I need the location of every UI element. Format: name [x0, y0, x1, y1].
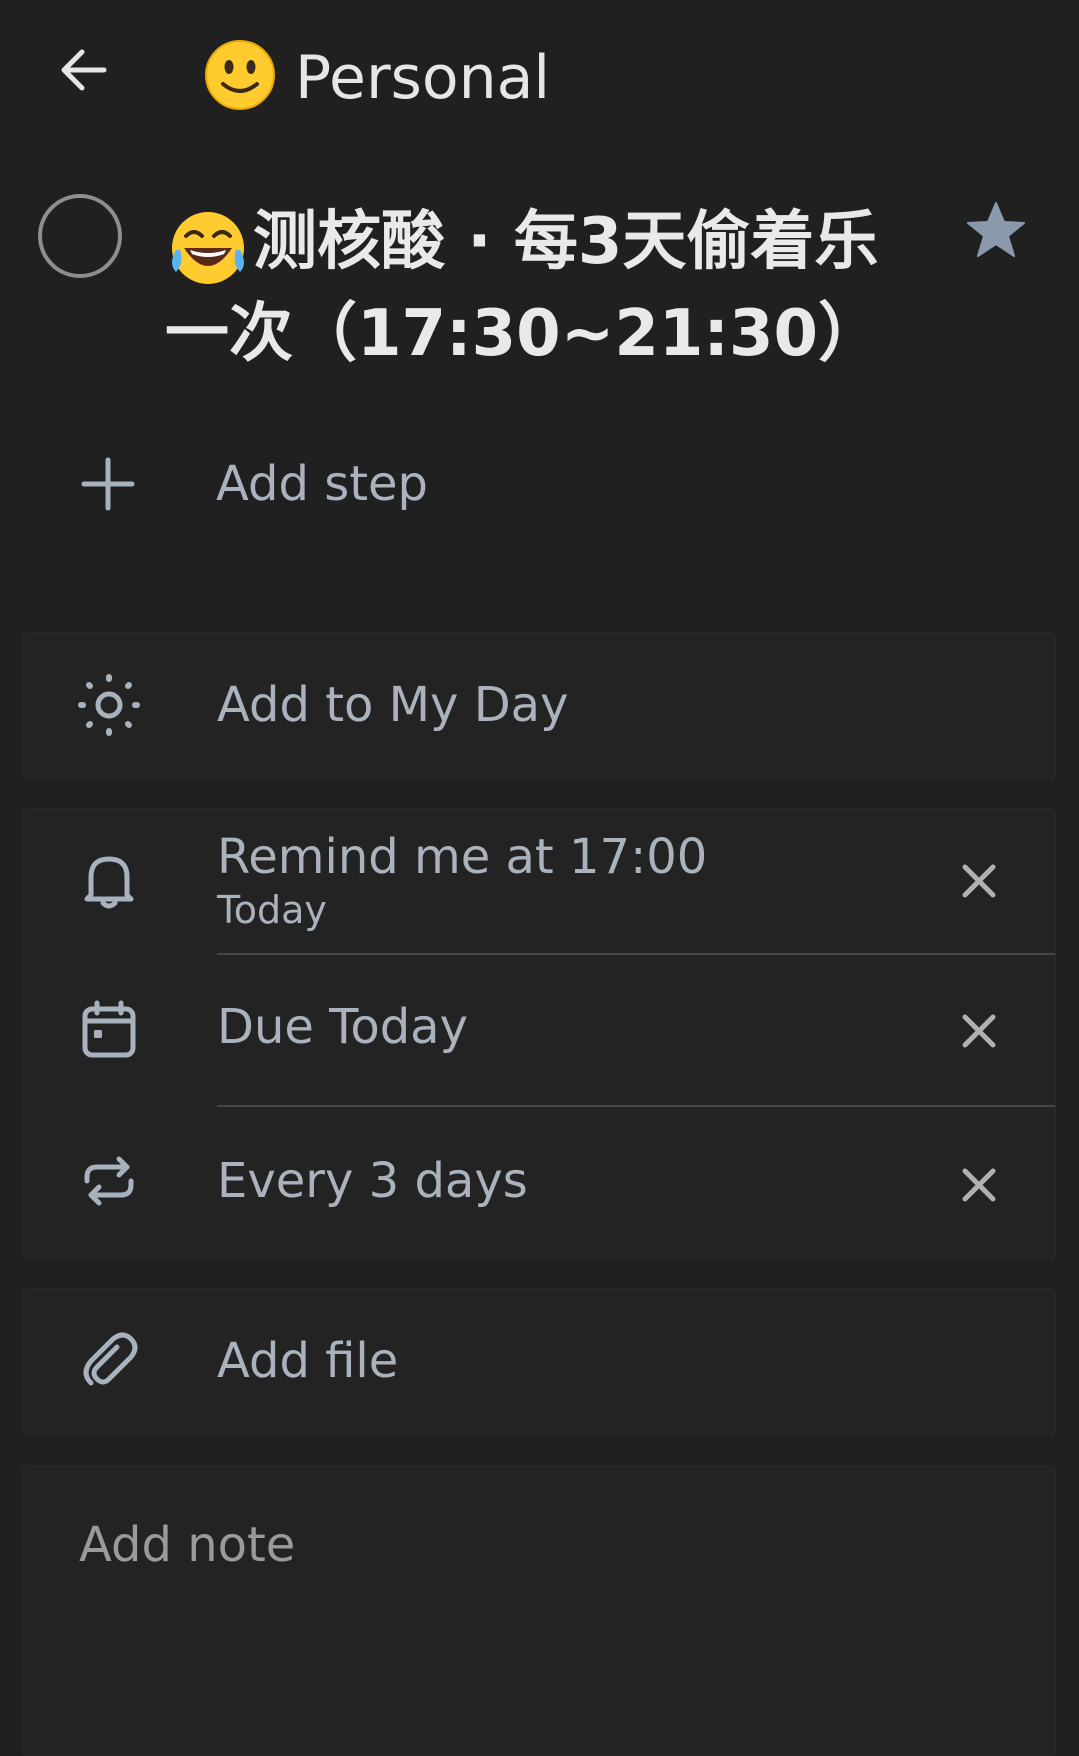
repeat-row[interactable]: Every 3 days: [23, 1107, 1055, 1259]
add-file-button[interactable]: Add file: [22, 1288, 1056, 1436]
due-date-label: Due Today: [217, 999, 468, 1055]
clear-repeat-button[interactable]: [947, 1153, 1011, 1217]
clear-reminder-button[interactable]: [947, 849, 1011, 913]
plus-icon: [68, 444, 148, 524]
clear-due-date-button[interactable]: [947, 999, 1011, 1063]
add-file-label: Add file: [217, 1333, 399, 1389]
list-title: Personal: [295, 43, 551, 113]
close-icon: [962, 1168, 996, 1202]
paperclip-icon: [69, 1321, 149, 1401]
smiley-emoji-icon: [203, 38, 277, 112]
add-step-button[interactable]: Add step: [0, 430, 1079, 540]
close-icon: [962, 1014, 996, 1048]
my-day-label: Add to My Day: [217, 677, 569, 733]
back-button[interactable]: [44, 30, 124, 110]
sun-icon: [69, 665, 149, 745]
note-placeholder: Add note: [79, 1517, 296, 1573]
importance-star-button[interactable]: [958, 192, 1034, 268]
reminder-sublabel: Today: [217, 888, 327, 932]
arrow-left-icon: [61, 49, 107, 91]
bell-icon: [69, 841, 149, 921]
reminder-label: Remind me at 17:00: [217, 829, 708, 885]
complete-checkbox[interactable]: [38, 194, 122, 278]
reminder-row[interactable]: Remind me at 17:00 Today: [23, 809, 1055, 951]
star-icon: [967, 202, 1025, 257]
close-icon: [962, 864, 996, 898]
repeat-label: Every 3 days: [217, 1153, 528, 1209]
due-date-row[interactable]: Due Today: [23, 955, 1055, 1105]
note-area[interactable]: Add note: [22, 1466, 1056, 1756]
task-title[interactable]: 测核酸 · 每3天偷着乐一次（17:30~21:30）: [165, 196, 935, 380]
add-step-label: Add step: [216, 456, 429, 512]
calendar-icon: [69, 989, 149, 1069]
schedule-card: Remind me at 17:00 Today Due Today Every…: [22, 808, 1056, 1260]
add-to-my-day-button[interactable]: Add to My Day: [22, 632, 1056, 780]
repeat-icon: [69, 1141, 149, 1221]
